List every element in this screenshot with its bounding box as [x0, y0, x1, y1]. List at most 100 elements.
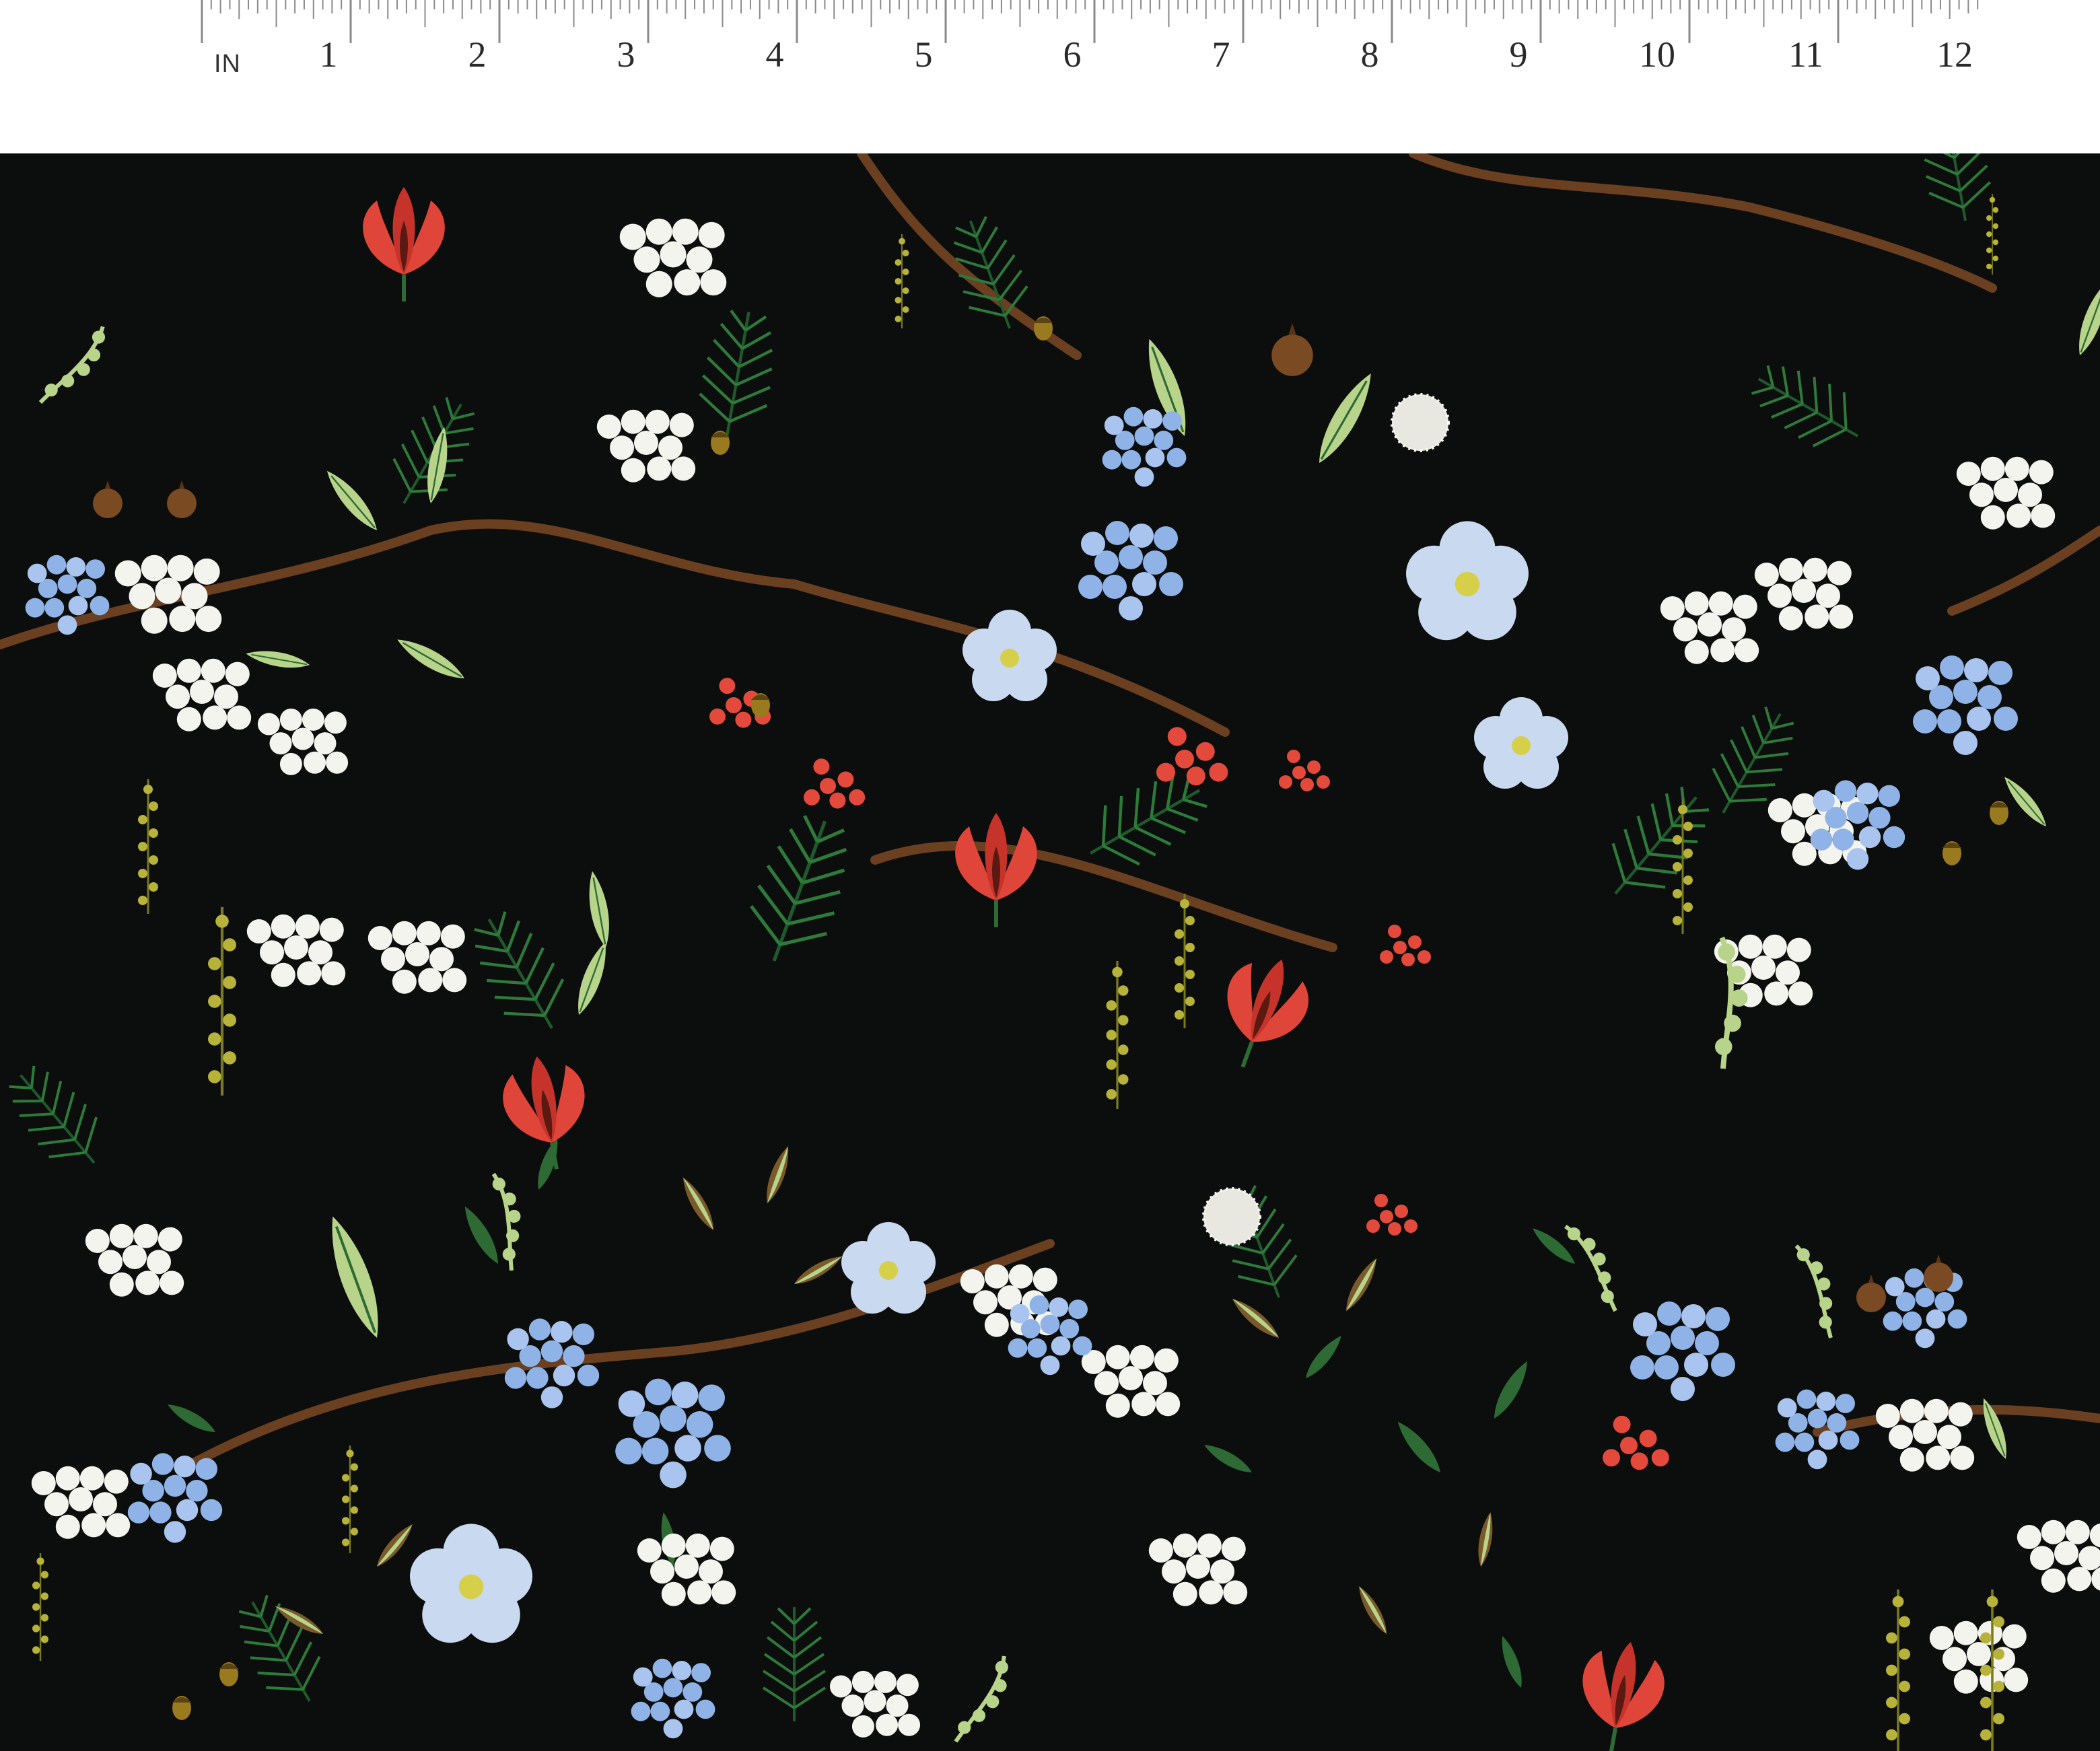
clover-motif	[1391, 393, 1450, 452]
pod-motif	[1924, 1254, 1953, 1292]
ruler-ticks	[201, 0, 1979, 43]
pine-motif	[1914, 153, 1998, 227]
bloomRed-motif	[1204, 945, 1320, 1081]
whiteCluster-motif	[2017, 1520, 2100, 1593]
whiteCluster-motif	[1754, 557, 1854, 631]
pine-motif	[224, 1585, 338, 1718]
acorn-motif	[751, 693, 770, 717]
flowerPale-motif	[1406, 521, 1529, 641]
ruler-number-4: 4	[765, 34, 784, 75]
bloomRed-motif	[955, 813, 1037, 927]
leafL-motif	[583, 869, 615, 950]
whiteCluster-motif	[31, 1466, 131, 1539]
leafD-motif	[1301, 1332, 1346, 1382]
whiteCluster-motif	[596, 409, 696, 483]
whiteCluster-motif	[1956, 456, 2056, 530]
whiteCluster-motif	[368, 921, 467, 994]
clover-motif	[1202, 1187, 1261, 1246]
flowerPale-motif	[963, 610, 1057, 701]
berries-motif	[1279, 750, 1330, 791]
blueCluster-motif	[1078, 521, 1183, 620]
ruler-unit-label: IN	[214, 50, 241, 78]
whiteCluster-motif	[1875, 1398, 1975, 1472]
leafB-motif	[1340, 1254, 1382, 1314]
mustard-motif	[208, 907, 236, 1096]
leafD-motif	[532, 1135, 563, 1192]
whiteCluster-motif	[1081, 1345, 1181, 1418]
pod-motif	[167, 480, 197, 518]
ruler-number-10: 10	[1639, 34, 1675, 75]
ruler-number-5: 5	[914, 34, 933, 75]
whiteCluster-motif	[114, 555, 222, 634]
pine-motif	[693, 306, 782, 442]
berries-motif	[1156, 727, 1228, 786]
sprig-motif	[475, 1170, 538, 1272]
sprig-motif	[952, 1649, 1016, 1751]
leafD-motif	[1392, 1417, 1446, 1477]
acorn-motif	[1943, 841, 1961, 865]
ruler-number-3: 3	[617, 34, 635, 75]
leafB-motif	[1475, 1511, 1497, 1568]
whiteCluster-motif	[85, 1223, 184, 1297]
leafB-motif	[791, 1251, 845, 1289]
whiteCluster-motif	[246, 914, 346, 987]
flowerPale-motif	[841, 1222, 936, 1314]
sprig-motif	[1780, 1240, 1856, 1340]
fabric-swatch	[0, 153, 2100, 1751]
whiteCluster-motif	[637, 1533, 736, 1606]
pod-motif	[93, 480, 123, 518]
floral-print-illustration	[0, 153, 2100, 1751]
blueCluster-motif	[25, 555, 110, 635]
pod-motif	[1856, 1275, 1886, 1312]
mustard-motif	[31, 1552, 50, 1662]
whiteCluster-motif	[829, 1670, 921, 1738]
pine-motif	[736, 808, 863, 975]
berries-motif	[1366, 1194, 1418, 1236]
leafD-motif	[1496, 1633, 1527, 1690]
pine-motif	[762, 1606, 827, 1723]
whiteCluster-motif	[1660, 591, 1759, 664]
berries-motif	[1603, 1415, 1669, 1470]
ruler-number-9: 9	[1509, 34, 1528, 75]
mustard-motif	[137, 778, 160, 915]
ruler-number-1: 1	[319, 34, 338, 75]
leafD-motif	[164, 1399, 219, 1437]
mustard-motif	[1986, 193, 1999, 275]
branch-stroke	[1947, 526, 2100, 616]
bloomRed-motif	[1570, 1635, 1671, 1751]
branch-stroke	[1409, 153, 1997, 293]
blueCluster-motif	[1630, 1301, 1735, 1401]
whiteCluster-motif	[152, 658, 252, 731]
acorn-motif	[711, 431, 730, 455]
pine-motif	[460, 902, 582, 1046]
whiteCluster-motif	[257, 708, 349, 775]
mustard-motif	[341, 1444, 359, 1555]
branch-stroke	[870, 841, 1337, 952]
leafL-motif	[569, 938, 615, 1019]
blueCluster-motif	[615, 1378, 731, 1489]
ruler-number-7: 7	[1212, 34, 1230, 75]
leafL-motif	[244, 645, 312, 673]
berries-motif	[1380, 925, 1431, 966]
leafL-motif	[1998, 771, 2053, 832]
leafD-motif	[1201, 1439, 1255, 1478]
whiteCluster-motif	[1148, 1533, 1248, 1606]
flowerPale-motif	[410, 1524, 532, 1643]
blueCluster-motif	[1913, 655, 2018, 755]
leafB-motif	[372, 1520, 417, 1571]
whiteCluster-motif	[1929, 1620, 2029, 1694]
pine-motif	[1589, 775, 1722, 915]
pine-motif	[1741, 351, 1875, 464]
leafB-motif	[1354, 1583, 1392, 1637]
leafB-motif	[677, 1174, 720, 1234]
flowerPale-motif	[1474, 697, 1568, 789]
bloomRed-motif	[363, 187, 445, 301]
sprig-motif	[38, 317, 114, 417]
blueCluster-motif	[631, 1658, 715, 1739]
pine-motif	[0, 1054, 120, 1184]
ruler-number-8: 8	[1360, 34, 1379, 75]
blueCluster-motif	[1102, 406, 1187, 487]
acorn-motif	[172, 1696, 191, 1720]
pod-motif	[1271, 323, 1313, 376]
leafB-motif	[761, 1143, 795, 1206]
